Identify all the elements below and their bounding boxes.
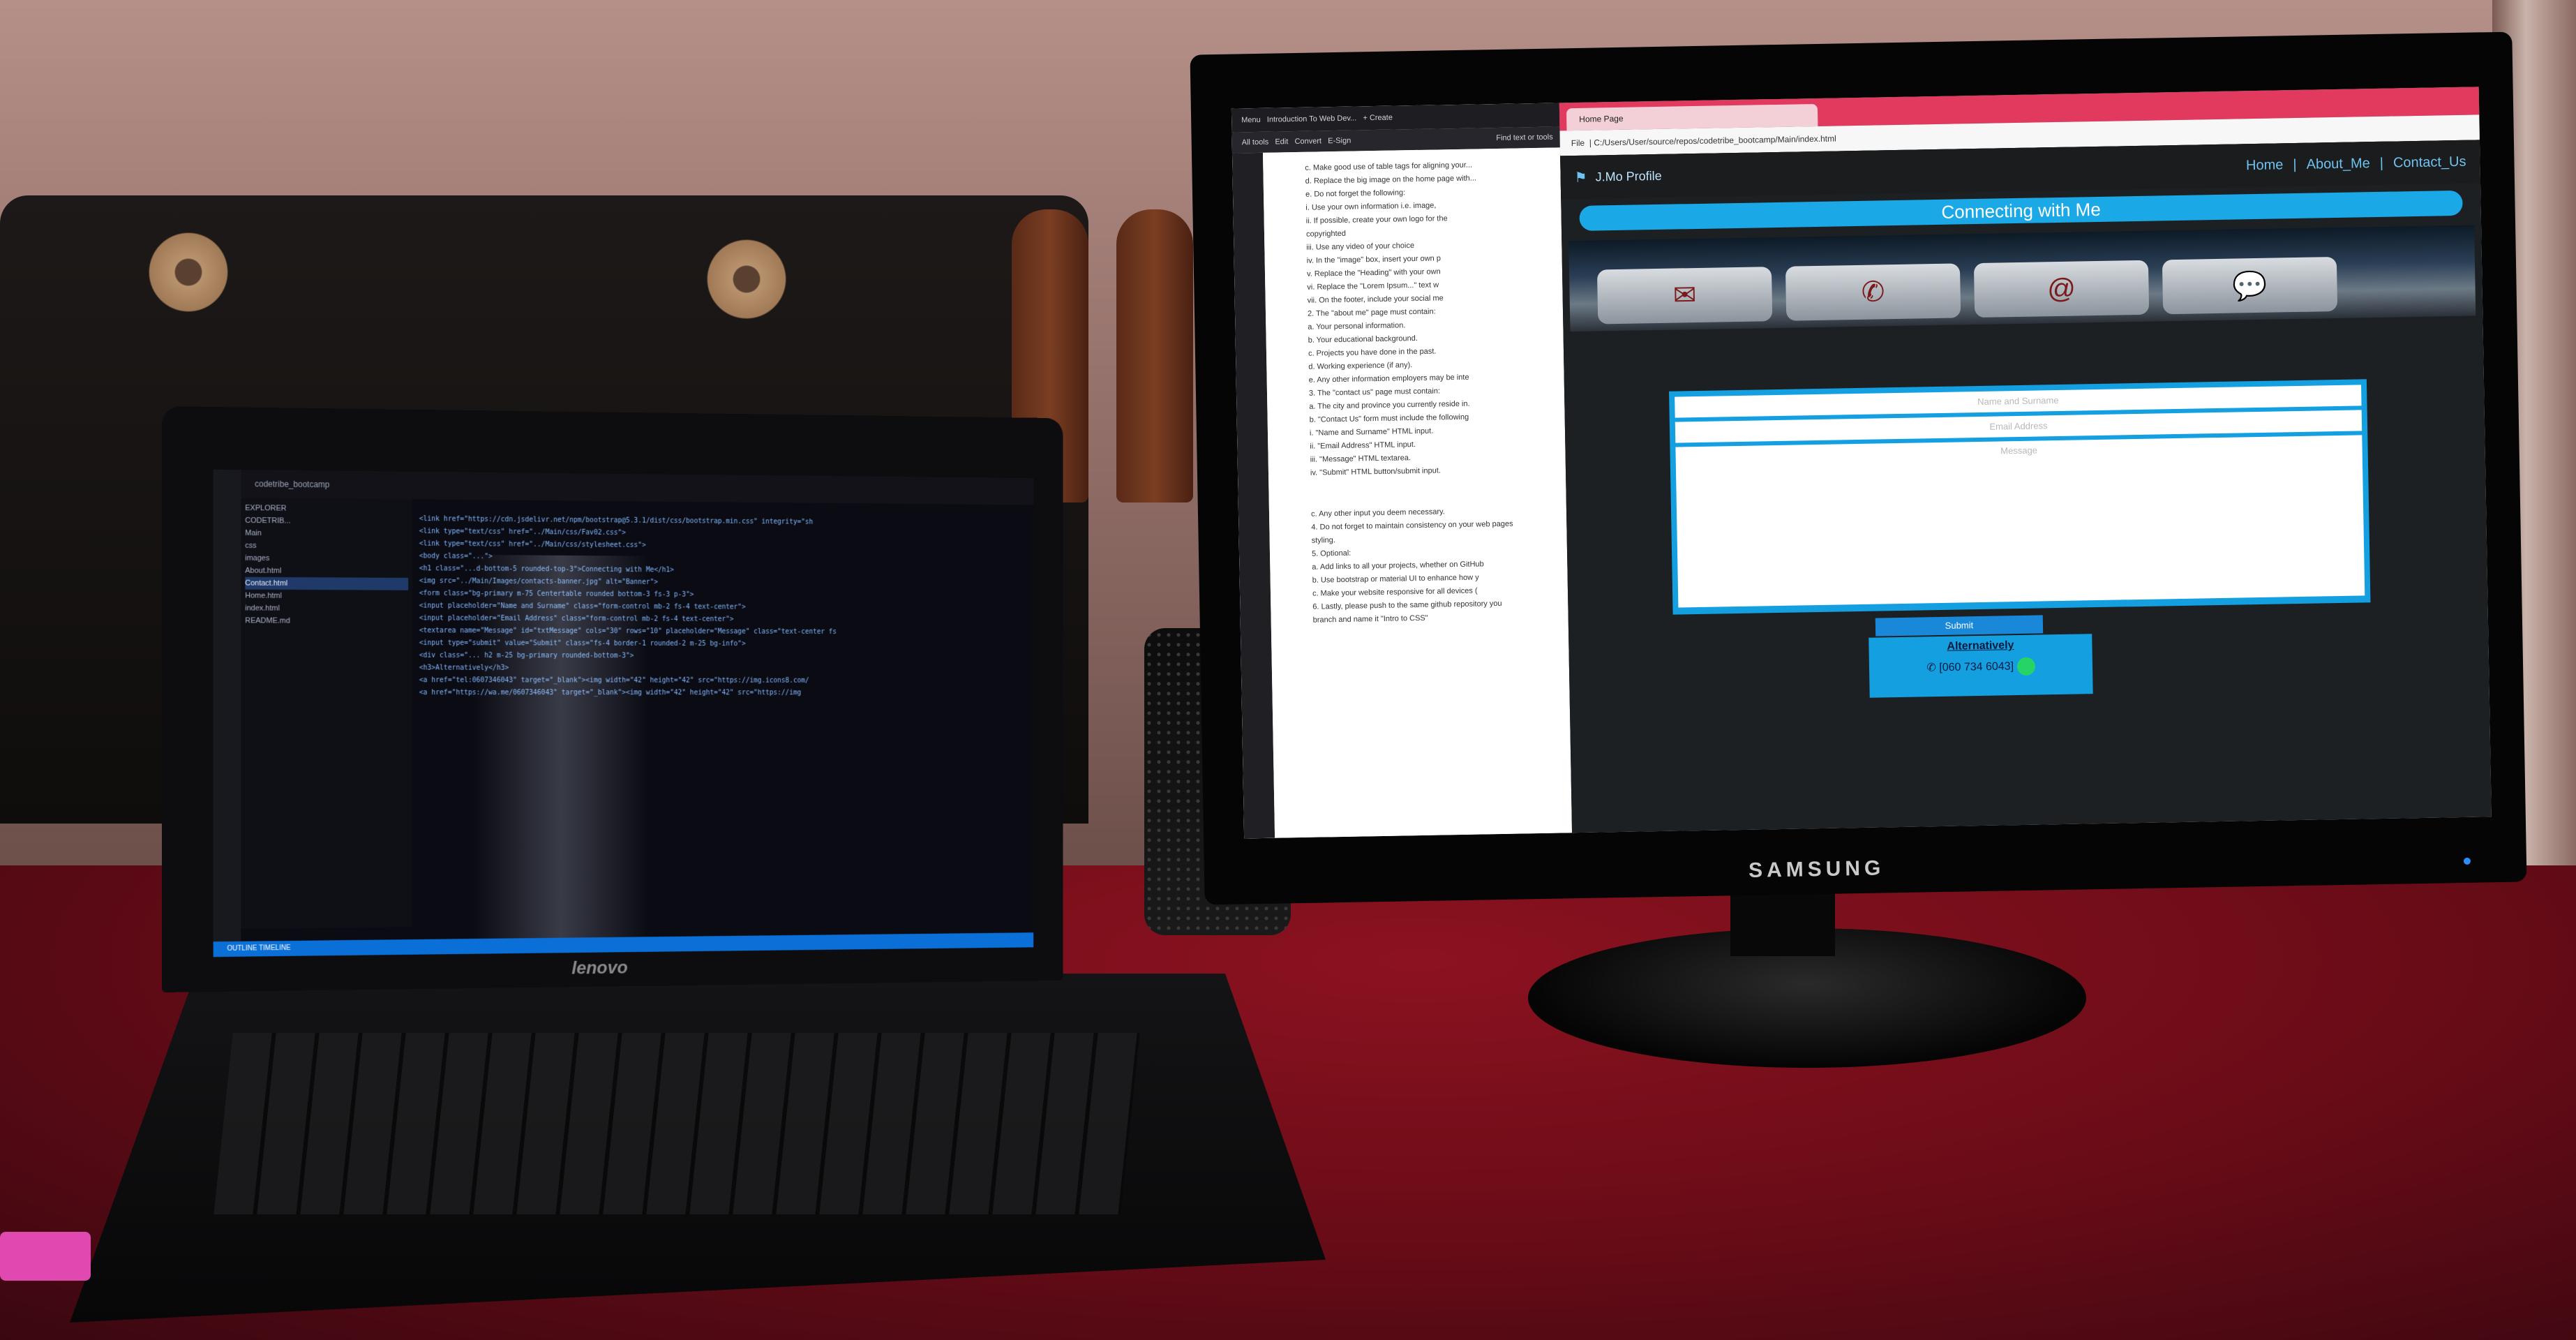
pdf-tool[interactable]: E-Sign <box>1328 137 1351 146</box>
pdf-tool[interactable]: All tools <box>1242 138 1269 147</box>
explorer-item[interactable]: README.md <box>245 614 408 627</box>
laptop-brand: lenovo <box>571 956 628 978</box>
phone-icon: ✆ <box>1785 263 1961 321</box>
monitor-screen: Menu Introduction To Web Dev... + Create… <box>1231 87 2492 839</box>
contact-banner-image: ✉ ✆ @ 💬 <box>1568 225 2476 332</box>
vscode-explorer: EXPLORER CODETRIB... Main css images Abo… <box>241 498 412 929</box>
explorer-item[interactable]: Home.html <box>245 590 408 603</box>
explorer-item[interactable]: index.html <box>245 602 408 616</box>
laptop-keyboard <box>214 1033 1140 1214</box>
laptop-screen: codetribe_bootcamp EXPLORER CODETRIB... … <box>213 469 1034 958</box>
whatsapp-icon[interactable] <box>2016 657 2035 676</box>
alternatively-heading: Alternatively <box>1947 639 2014 653</box>
logo-icon[interactable]: ⚑ <box>1574 168 1587 186</box>
laptop-lid: codetribe_bootcamp EXPLORER CODETRIB... … <box>162 406 1063 992</box>
pdf-page: c. Make good use of table tags for align… <box>1262 147 1573 838</box>
explorer-item[interactable]: CODETRIB... <box>245 514 408 528</box>
pdf-create-button[interactable]: + Create <box>1363 114 1393 123</box>
explorer-item[interactable]: css <box>245 539 408 553</box>
at-sign-icon: @ <box>1973 260 2150 318</box>
vscode-activity-bar <box>213 469 241 958</box>
explorer-item[interactable]: About.html <box>245 565 408 578</box>
chair <box>1116 209 1193 502</box>
envelope-icon: ✉ <box>1596 267 1773 325</box>
url-prefix: File <box>1571 137 1585 149</box>
submit-button[interactable]: Submit <box>1875 615 2044 636</box>
chat-bubble-icon: 💬 <box>2162 256 2338 315</box>
usb-drive <box>0 1232 91 1281</box>
monitor: Menu Introduction To Web Dev... + Create… <box>1190 31 2527 905</box>
explorer-item: EXPLORER <box>245 504 287 513</box>
pdf-tool[interactable]: Convert <box>1294 137 1321 146</box>
site-brand[interactable]: J.Mo Profile <box>1595 168 1661 184</box>
pdf-find[interactable]: Find text or tools <box>1496 127 1553 149</box>
url-text[interactable]: C:/Users/User/source/repos/codetribe_boo… <box>1594 133 1836 147</box>
explorer-item[interactable]: Main <box>245 527 408 541</box>
sofa-flower-pattern <box>147 223 230 321</box>
pdf-reader: Menu Introduction To Web Dev... + Create… <box>1231 103 1573 839</box>
explorer-item-selected[interactable]: Contact.html <box>245 576 409 590</box>
message-textarea[interactable]: Message <box>1675 435 2365 608</box>
website: ⚑ J.Mo Profile Home | About_Me | Contact… <box>1560 140 2492 833</box>
alternative-contact: Alternatively ✆ [060 734 6043] <box>1869 634 2093 698</box>
site-nav-links: Home | About_Me | Contact_Us <box>2246 154 2466 174</box>
nav-about[interactable]: About_Me <box>2306 156 2370 173</box>
sofa-flower-pattern <box>705 230 788 328</box>
explorer-item[interactable]: images <box>245 552 408 565</box>
pdf-tab[interactable]: Introduction To Web Dev... <box>1267 114 1357 124</box>
power-led <box>2463 857 2471 865</box>
nav-separator: | <box>2293 156 2297 172</box>
pdf-menu[interactable]: Menu <box>1241 116 1261 124</box>
pdf-tool[interactable]: Edit <box>1275 137 1288 146</box>
nav-separator: | <box>2379 155 2384 171</box>
phone-number[interactable]: [060 734 6043] <box>1939 660 2014 673</box>
nav-contact[interactable]: Contact_Us <box>2393 154 2466 171</box>
browser-window: Home Page File | C:/Users/User/source/re… <box>1559 87 2492 833</box>
pdf-page-break <box>1310 476 1555 508</box>
screen-glare <box>473 554 648 941</box>
contact-form: Name and Surname Email Address Message <box>1669 379 2371 615</box>
phone-icon[interactable]: ✆ <box>1926 662 1936 673</box>
nav-home[interactable]: Home <box>2246 157 2284 174</box>
monitor-brand: SAMSUNG <box>1748 856 1885 882</box>
